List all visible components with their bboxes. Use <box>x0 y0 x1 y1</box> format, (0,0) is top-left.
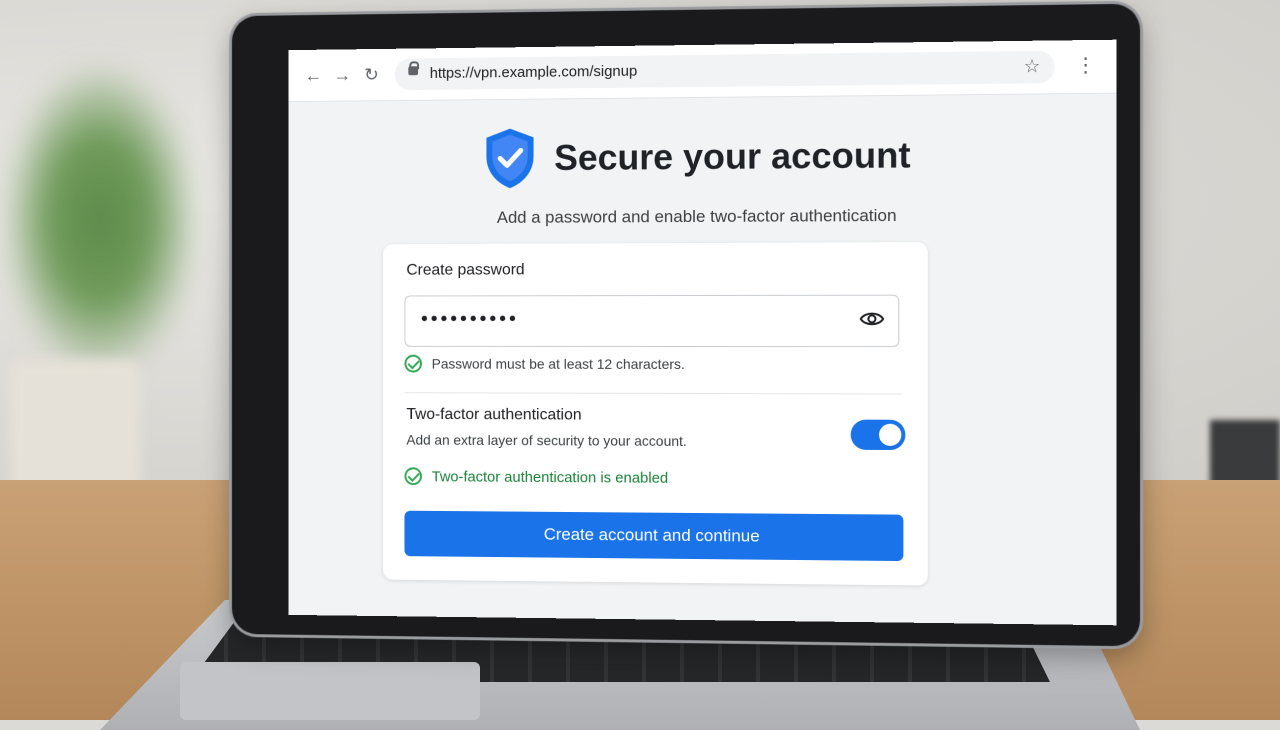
page-header: Secure your account Add a password and e… <box>288 121 1116 229</box>
page-subtitle: Add a password and enable two-factor aut… <box>496 205 897 227</box>
lock-icon <box>408 61 420 76</box>
address-bar[interactable]: https://vpn.example.com/signup ☆ <box>394 50 1055 91</box>
password-label: Create password <box>406 261 525 279</box>
create-account-button[interactable]: Create account and continue <box>404 510 904 562</box>
password-input[interactable]: •••••••••• <box>404 294 900 348</box>
password-hint-text: Password must be at least 12 characters. <box>431 355 685 372</box>
toggle-knob <box>879 423 902 447</box>
laptop-trackpad <box>180 662 480 720</box>
page-title: Secure your account <box>554 134 911 178</box>
bookmark-star-icon[interactable]: ☆ <box>1024 56 1041 77</box>
background-plant <box>0 60 200 380</box>
check-circle-icon <box>404 467 422 486</box>
browser-window: ← → ↻ https://vpn.example.com/signup ☆ ⋮… <box>288 39 1117 626</box>
url-text[interactable]: https://vpn.example.com/signup <box>430 63 637 82</box>
divider <box>404 392 902 395</box>
password-value: •••••••••• <box>420 308 519 331</box>
show-password-eye-icon[interactable] <box>860 311 884 327</box>
reload-icon[interactable]: ↻ <box>360 63 383 87</box>
two-factor-status-text: Two-factor authentication is enabled <box>431 467 669 487</box>
signup-card: Create password •••••••••• Password must… <box>383 242 928 586</box>
forward-icon[interactable]: → <box>331 63 354 87</box>
back-icon[interactable]: ← <box>302 63 325 87</box>
password-hint: Password must be at least 12 characters. <box>404 354 685 373</box>
background-pot <box>10 360 140 500</box>
browser-menu-icon[interactable]: ⋮ <box>1075 54 1096 77</box>
two-factor-status: Two-factor authentication is enabled <box>404 467 668 487</box>
shield-check-icon <box>486 128 534 189</box>
two-factor-toggle[interactable] <box>850 419 906 451</box>
check-circle-icon <box>404 354 422 373</box>
browser-toolbar: ← → ↻ https://vpn.example.com/signup ☆ ⋮ <box>288 39 1117 103</box>
two-factor-title: Two-factor authentication <box>406 406 582 424</box>
two-factor-description: Add an extra layer of security to your a… <box>406 431 687 449</box>
